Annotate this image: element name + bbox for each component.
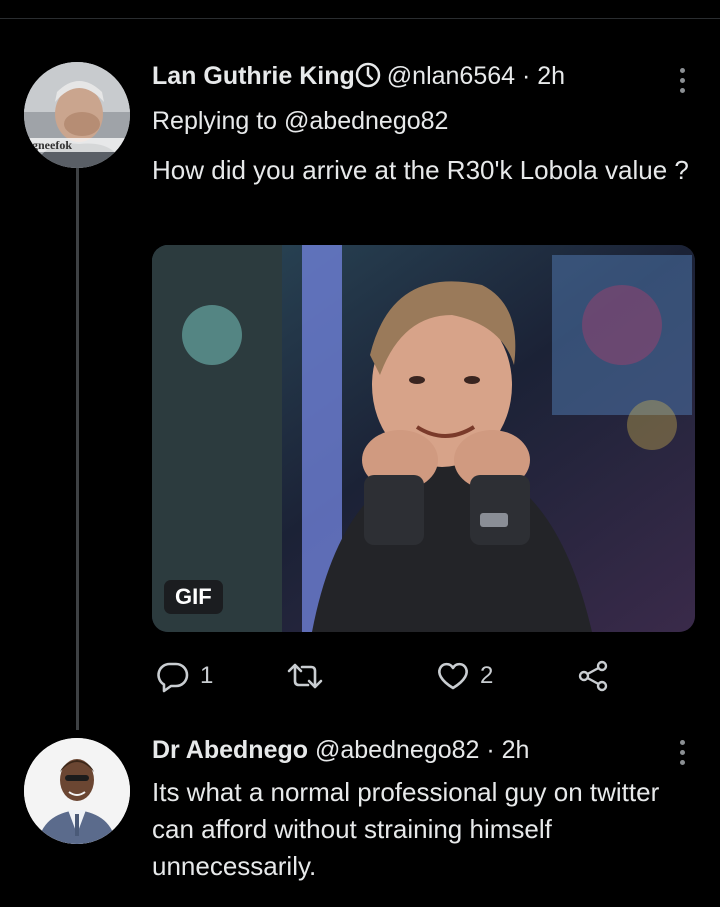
tweet-actions: 1 2	[152, 658, 632, 694]
verified-badge-icon	[355, 62, 381, 88]
thread-connector-line	[76, 160, 79, 730]
avatar-watermark: agneefok	[26, 138, 72, 152]
more-vertical-icon[interactable]	[680, 68, 688, 98]
separator-dot: ·	[486, 736, 495, 764]
top-divider	[0, 18, 720, 19]
share-button[interactable]	[576, 658, 610, 694]
retweet-icon	[287, 663, 323, 689]
gif-media[interactable]: GIF	[152, 245, 695, 632]
author-handle[interactable]: @nlan6564	[387, 62, 515, 90]
author-name[interactable]: Lan Guthrie King	[152, 62, 355, 90]
timestamp[interactable]: 2h	[537, 62, 565, 90]
separator-dot: ·	[522, 62, 531, 90]
tweet-header: Lan Guthrie King @nlan6564 · 2h	[152, 60, 565, 92]
avatar-image	[24, 738, 130, 844]
author-name[interactable]: Dr Abednego	[152, 736, 308, 764]
like-count: 2	[480, 662, 494, 689]
reply-count: 1	[200, 662, 214, 689]
author-handle[interactable]: @abednego82	[315, 736, 479, 764]
gif-badge: GIF	[164, 580, 223, 614]
tweet-header: Dr Abednego @abednego82 · 2h	[152, 734, 529, 766]
avatar[interactable]: agneefok	[24, 62, 130, 168]
replying-to[interactable]: Replying to @abednego82	[152, 105, 448, 137]
more-vertical-icon[interactable]	[680, 740, 688, 770]
timestamp[interactable]: 2h	[502, 736, 530, 764]
heart-icon	[438, 662, 468, 690]
tweet-text: Its what a normal professional guy on tw…	[152, 777, 660, 881]
avatar[interactable]	[24, 738, 130, 844]
retweet-button[interactable]	[286, 658, 324, 694]
like-button[interactable]: 2	[436, 658, 493, 694]
share-icon	[578, 660, 608, 692]
reply-icon	[157, 662, 189, 693]
gif-image	[152, 245, 695, 632]
tweet-text: How did you arrive at the R30'k Lobola v…	[152, 155, 689, 185]
reply-button[interactable]: 1	[156, 658, 213, 694]
avatar-image: agneefok	[24, 62, 130, 168]
